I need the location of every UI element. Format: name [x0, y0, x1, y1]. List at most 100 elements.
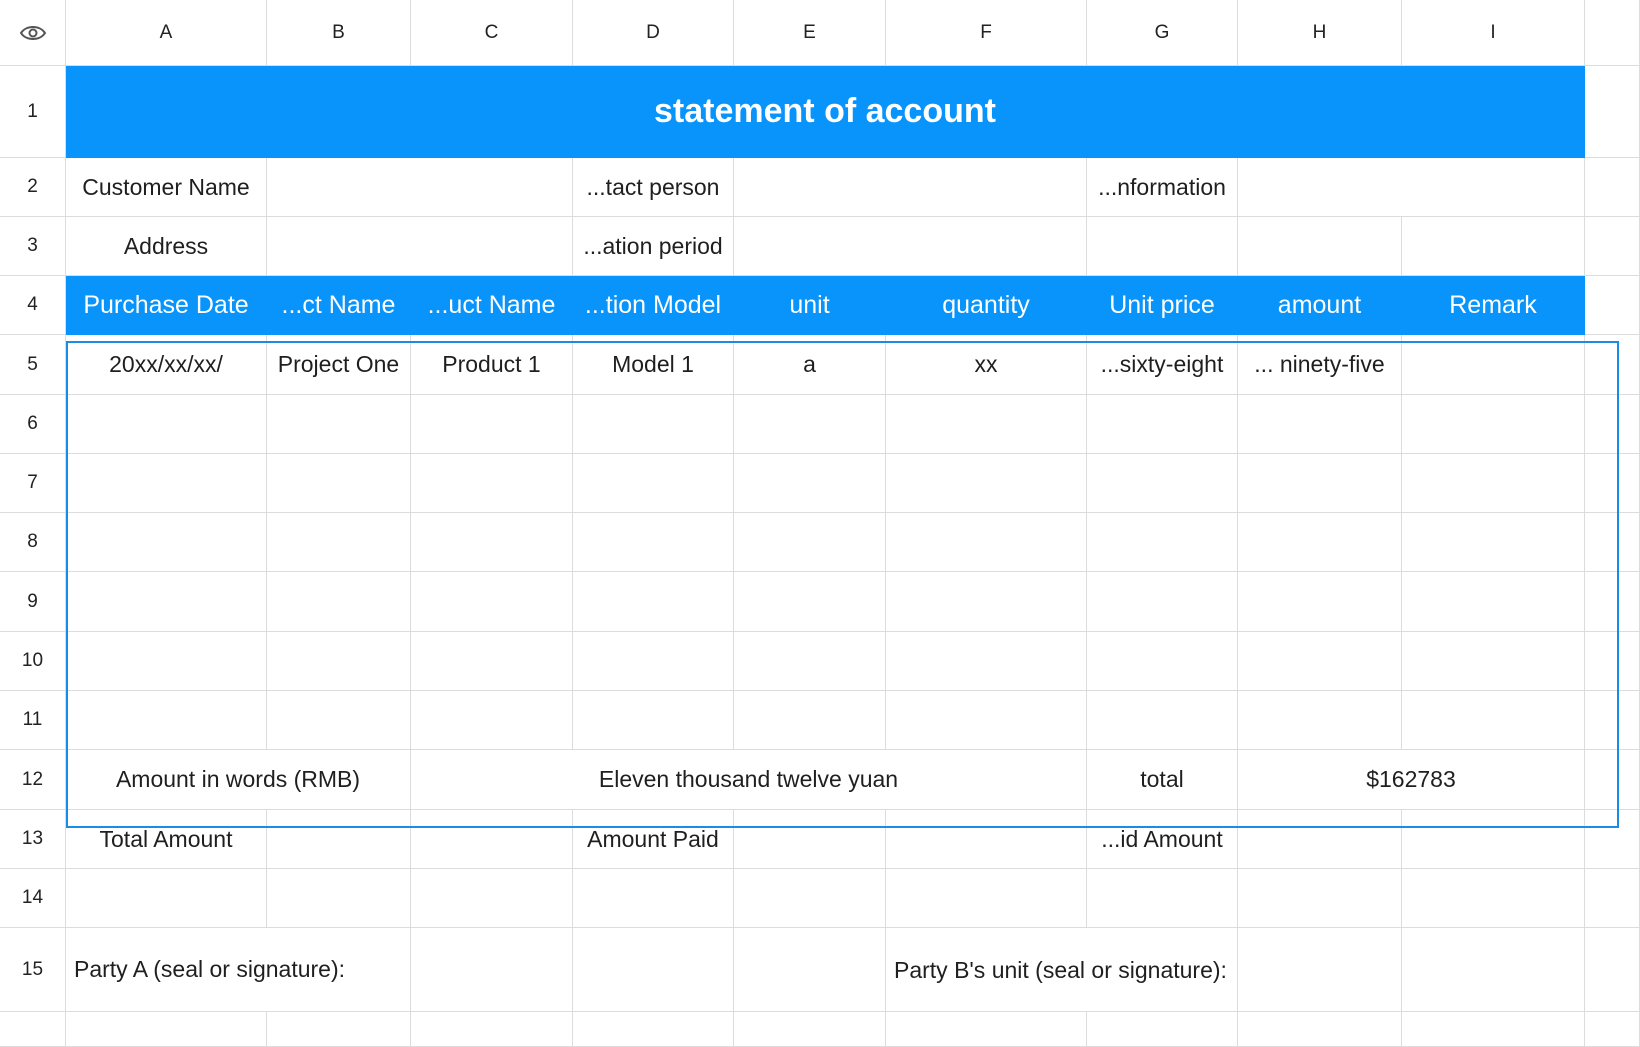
data-cell[interactable] [734, 454, 886, 513]
data-cell[interactable] [886, 513, 1087, 572]
data-cell-row5[interactable]: ... ninety-five [1238, 335, 1402, 395]
cell[interactable] [1087, 217, 1238, 276]
row-header-1[interactable]: 1 [0, 66, 66, 158]
information-label[interactable]: ...nformation [1087, 158, 1238, 217]
data-cell[interactable] [267, 691, 411, 750]
data-cell[interactable] [734, 513, 886, 572]
row-header-11[interactable]: 11 [0, 691, 66, 750]
data-cell[interactable] [1087, 454, 1238, 513]
data-cell[interactable] [267, 572, 411, 632]
reconciliation-period-value[interactable] [734, 217, 1087, 276]
table-header-5[interactable]: unit [734, 276, 886, 335]
amount-in-words-value[interactable]: Eleven thousand twelve yuan [411, 750, 1087, 810]
table-header-4[interactable]: ...tion Model [573, 276, 734, 335]
row-header-8[interactable]: 8 [0, 513, 66, 572]
cell[interactable] [1402, 1012, 1585, 1047]
cell[interactable] [411, 810, 573, 869]
data-cell[interactable] [886, 691, 1087, 750]
data-cell[interactable] [734, 395, 886, 454]
data-cell[interactable] [1402, 572, 1585, 632]
cell[interactable] [1238, 810, 1402, 869]
party-a-signature[interactable]: Party A (seal or signature): [66, 928, 411, 1012]
row-header-15[interactable]: 15 [0, 928, 66, 1012]
cell[interactable] [886, 1012, 1087, 1047]
data-cell-row5[interactable]: Product 1 [411, 335, 573, 395]
cell[interactable] [1238, 217, 1402, 276]
row-header-12[interactable]: 12 [0, 750, 66, 810]
data-cell[interactable] [1402, 691, 1585, 750]
data-cell[interactable] [734, 691, 886, 750]
title-cell[interactable]: statement of account [66, 66, 1585, 158]
cell[interactable] [411, 869, 573, 928]
table-header-2[interactable]: ...ct Name [267, 276, 411, 335]
data-cell[interactable] [1238, 454, 1402, 513]
eye-icon[interactable] [19, 23, 47, 43]
row-header-4[interactable]: 4 [0, 276, 66, 335]
table-header-6[interactable]: quantity [886, 276, 1087, 335]
table-header-9[interactable]: Remark [1402, 276, 1585, 335]
column-header-g[interactable]: G [1087, 0, 1238, 66]
data-cell[interactable] [1238, 572, 1402, 632]
address-label[interactable]: Address [66, 217, 267, 276]
data-cell[interactable] [267, 454, 411, 513]
amount-paid-label[interactable]: Amount Paid [573, 810, 734, 869]
amount-in-words-label[interactable]: Amount in words (RMB) [66, 750, 411, 810]
data-cell[interactable] [66, 454, 267, 513]
cell[interactable] [66, 869, 267, 928]
data-cell[interactable] [734, 572, 886, 632]
cell[interactable] [267, 869, 411, 928]
data-cell-row5[interactable]: 20xx/xx/xx/ [66, 335, 267, 395]
data-cell[interactable] [1402, 632, 1585, 691]
cell[interactable] [573, 869, 734, 928]
data-cell[interactable] [1087, 691, 1238, 750]
data-cell[interactable] [411, 513, 573, 572]
data-cell[interactable] [267, 513, 411, 572]
contact-person-value[interactable] [734, 158, 1087, 217]
data-cell[interactable] [1238, 513, 1402, 572]
cell[interactable] [734, 1012, 886, 1047]
unpaid-amount-label[interactable]: ...id Amount [1087, 810, 1238, 869]
table-header-3[interactable]: ...uct Name [411, 276, 573, 335]
column-header-c[interactable]: C [411, 0, 573, 66]
data-cell[interactable] [411, 632, 573, 691]
address-value[interactable] [267, 217, 573, 276]
select-all-corner[interactable] [0, 0, 66, 66]
data-cell[interactable] [734, 632, 886, 691]
data-cell[interactable] [1402, 454, 1585, 513]
data-cell[interactable] [66, 513, 267, 572]
data-cell[interactable] [573, 395, 734, 454]
row-header-6[interactable]: 6 [0, 395, 66, 454]
cell[interactable] [1402, 217, 1585, 276]
party-b-signature[interactable]: Party B's unit (seal or signature): [886, 928, 1238, 1012]
table-header-1[interactable]: Purchase Date [66, 276, 267, 335]
column-header-d[interactable]: D [573, 0, 734, 66]
cell[interactable] [1402, 810, 1585, 869]
cell[interactable] [1087, 869, 1238, 928]
cell[interactable] [1402, 869, 1585, 928]
cell[interactable] [411, 1012, 573, 1047]
data-cell[interactable] [66, 691, 267, 750]
data-cell[interactable] [1238, 632, 1402, 691]
column-header-h[interactable]: H [1238, 0, 1402, 66]
cell[interactable] [734, 869, 886, 928]
reconciliation-period-label[interactable]: ...ation period [573, 217, 734, 276]
data-cell[interactable] [573, 572, 734, 632]
data-cell[interactable] [1238, 395, 1402, 454]
contact-person-label[interactable]: ...tact person [573, 158, 734, 217]
cell[interactable] [1087, 1012, 1238, 1047]
cell[interactable] [886, 810, 1087, 869]
total-amount-label[interactable]: Total Amount [66, 810, 267, 869]
data-cell[interactable] [1238, 691, 1402, 750]
cell[interactable] [267, 1012, 411, 1047]
cell[interactable] [734, 928, 886, 1012]
data-cell[interactable] [66, 632, 267, 691]
data-cell[interactable] [411, 572, 573, 632]
data-cell[interactable] [267, 395, 411, 454]
customer-name-value[interactable] [267, 158, 573, 217]
data-cell-row5[interactable]: a [734, 335, 886, 395]
customer-name-label[interactable]: Customer Name [66, 158, 267, 217]
column-header-a[interactable]: A [66, 0, 267, 66]
table-header-7[interactable]: Unit price [1087, 276, 1238, 335]
cell[interactable] [573, 1012, 734, 1047]
row-header-2[interactable]: 2 [0, 158, 66, 217]
